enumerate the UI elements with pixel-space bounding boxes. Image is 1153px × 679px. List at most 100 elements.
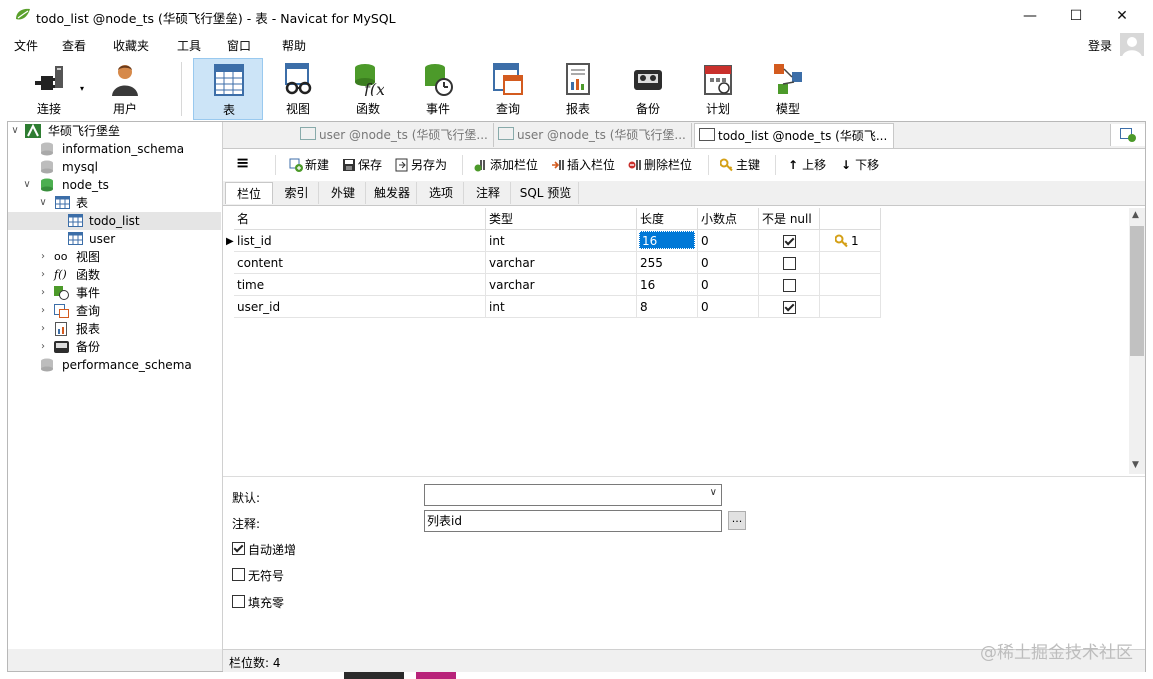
subtab-columns[interactable]: 栏位: [225, 182, 273, 204]
tree-group-tables[interactable]: ∨ 表: [8, 194, 221, 212]
comment-expand-button[interactable]: ...: [728, 511, 746, 530]
subtab-sql-preview[interactable]: SQL 预览: [513, 182, 579, 204]
chevron-right-icon[interactable]: ›: [38, 284, 48, 302]
tool-schedule[interactable]: 计划: [683, 58, 753, 120]
table-row-name[interactable]: user_id: [234, 296, 486, 318]
table-row-not-null[interactable]: [759, 296, 820, 318]
login-link[interactable]: 登录: [1088, 37, 1112, 54]
table-row-decimals[interactable]: 0: [698, 230, 759, 252]
tree-db-performance-schema[interactable]: performance_schema: [8, 356, 221, 374]
new-tab-button[interactable]: [1110, 124, 1145, 146]
menu-view[interactable]: 查看: [62, 37, 86, 54]
table-row-decimals[interactable]: 0: [698, 296, 759, 318]
auto-increment-checkbox[interactable]: [232, 542, 245, 555]
save-as-button[interactable]: 另存为: [395, 156, 447, 174]
new-button[interactable]: 新建: [289, 156, 329, 174]
tree-table-user[interactable]: user: [8, 230, 221, 248]
grid-header-length[interactable]: 长度: [637, 208, 698, 230]
table-row-not-null[interactable]: [759, 230, 820, 252]
table-row-decimals[interactable]: 0: [698, 274, 759, 296]
menu-tools[interactable]: 工具: [177, 37, 201, 54]
move-up-button[interactable]: ↑ 上移: [788, 156, 826, 174]
chevron-down-icon[interactable]: ∨: [22, 176, 32, 194]
table-row-decimals[interactable]: 0: [698, 252, 759, 274]
subtab-options[interactable]: 选项: [419, 182, 464, 204]
tool-query[interactable]: 查询: [473, 58, 543, 120]
table-row-not-null[interactable]: [759, 252, 820, 274]
default-value-select[interactable]: ∨: [424, 484, 722, 506]
tab-user-1[interactable]: user @node_ts (华硕飞行堡...: [296, 123, 494, 147]
tree-group-events[interactable]: › 事件: [8, 284, 221, 302]
tool-backup[interactable]: 备份: [613, 58, 683, 120]
tree-table-todo-list[interactable]: todo_list: [8, 212, 221, 230]
selected-cell[interactable]: 16: [639, 231, 695, 249]
menu-file[interactable]: 文件: [14, 37, 38, 54]
not-null-checkbox[interactable]: [783, 301, 796, 314]
tab-todo-list[interactable]: todo_list @node_ts (华硕飞...: [694, 123, 894, 148]
zerofill-checkbox[interactable]: [232, 595, 245, 608]
scroll-up-icon[interactable]: ▲: [1132, 210, 1139, 220]
tool-model[interactable]: 模型: [753, 58, 823, 120]
tree-group-backups[interactable]: › 备份: [8, 338, 221, 356]
maximize-button[interactable]: ☐: [1053, 0, 1099, 32]
table-row-length[interactable]: 16: [637, 274, 698, 296]
tree-connection[interactable]: ∨ 华硕飞行堡垒: [8, 122, 221, 140]
tree-db-information-schema[interactable]: information_schema: [8, 140, 221, 158]
scroll-down-icon[interactable]: ▼: [1132, 460, 1139, 470]
table-row-name[interactable]: content: [234, 252, 486, 274]
grid-header-not-null[interactable]: 不是 null: [759, 208, 820, 230]
chevron-down-icon[interactable]: ∨: [38, 194, 48, 212]
insert-column-button[interactable]: 插入栏位: [551, 156, 615, 174]
chevron-right-icon[interactable]: ›: [38, 248, 48, 266]
menu-help[interactable]: 帮助: [282, 37, 306, 54]
grid-header-type[interactable]: 类型: [486, 208, 637, 230]
table-row-type[interactable]: varchar: [486, 252, 637, 274]
comment-field[interactable]: 列表id: [424, 510, 722, 532]
menu-window[interactable]: 窗口: [227, 37, 251, 54]
avatar[interactable]: [1120, 33, 1144, 57]
delete-column-button[interactable]: 删除栏位: [628, 156, 692, 174]
chevron-right-icon[interactable]: ›: [38, 338, 48, 356]
table-row-type[interactable]: int: [486, 230, 637, 252]
minimize-button[interactable]: —: [1007, 0, 1053, 32]
not-null-checkbox[interactable]: [783, 279, 796, 292]
move-down-button[interactable]: ↓ 下移: [841, 156, 879, 174]
not-null-checkbox[interactable]: [783, 235, 796, 248]
subtab-foreign-keys[interactable]: 外键: [321, 182, 366, 204]
subtab-triggers[interactable]: 触发器: [368, 182, 417, 204]
table-row-length[interactable]: 16: [637, 230, 698, 252]
tool-user[interactable]: 用户: [90, 58, 160, 120]
not-null-checkbox[interactable]: [783, 257, 796, 270]
unsigned-checkbox[interactable]: [232, 568, 245, 581]
grid-header-name[interactable]: 名: [234, 208, 486, 230]
editor-menu-icon[interactable]: ≡: [236, 154, 249, 172]
tool-report[interactable]: 报表: [543, 58, 613, 120]
chevron-right-icon[interactable]: ›: [38, 302, 48, 320]
chevron-right-icon[interactable]: ›: [38, 266, 48, 284]
table-row-not-null[interactable]: [759, 274, 820, 296]
grid-header-decimals[interactable]: 小数点: [698, 208, 759, 230]
add-column-button[interactable]: 添加栏位: [474, 156, 538, 174]
menu-favorites[interactable]: 收藏夹: [113, 37, 149, 54]
chevron-right-icon[interactable]: ›: [38, 320, 48, 338]
tree-group-views[interactable]: › oo 视图: [8, 248, 221, 266]
chevron-down-icon[interactable]: ∨: [10, 122, 20, 140]
table-row-length[interactable]: 8: [637, 296, 698, 318]
tool-function[interactable]: f(x) 函数: [333, 58, 403, 120]
tree-group-queries[interactable]: › 查询: [8, 302, 221, 320]
tree-db-mysql[interactable]: mysql: [8, 158, 221, 176]
tree-group-reports[interactable]: › 报表: [8, 320, 221, 338]
close-button[interactable]: ✕: [1099, 0, 1145, 32]
table-row-type[interactable]: varchar: [486, 274, 637, 296]
save-button[interactable]: 保存: [342, 156, 382, 174]
table-row-name[interactable]: list_id: [234, 230, 486, 252]
connect-dropdown-icon[interactable]: ▾: [80, 84, 84, 93]
tool-view[interactable]: 视图: [263, 58, 333, 120]
primary-key-button[interactable]: 主键: [720, 156, 760, 174]
tree-group-functions[interactable]: › f() 函数: [8, 266, 221, 284]
table-row-type[interactable]: int: [486, 296, 637, 318]
subtab-indexes[interactable]: 索引: [275, 182, 319, 204]
scrollbar-thumb[interactable]: [1130, 226, 1144, 356]
subtab-comment[interactable]: 注释: [466, 182, 511, 204]
table-row-length[interactable]: 255: [637, 252, 698, 274]
